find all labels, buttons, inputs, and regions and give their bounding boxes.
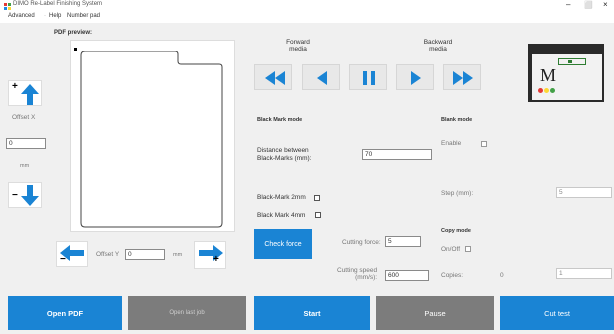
pause-icon xyxy=(363,71,375,85)
title-bar: DIMO Re-Label Finishing System – ⬜ × xyxy=(0,0,614,13)
camera-dot-red xyxy=(538,88,543,93)
maximize-button[interactable]: ⬜ xyxy=(584,1,593,9)
offset-y-left-button[interactable]: − xyxy=(56,241,88,267)
cutting-force-input[interactable]: 5 xyxy=(385,236,421,247)
blank-mode-heading: Blank mode xyxy=(441,117,473,123)
minimize-button[interactable]: – xyxy=(566,0,570,9)
camera-dot-green xyxy=(550,88,555,93)
step-backward-icon xyxy=(317,71,327,85)
black-mark-4mm-checkbox[interactable] xyxy=(315,212,321,218)
copies-count: 0 xyxy=(500,272,504,279)
arrow-down-icon xyxy=(21,185,39,206)
offset-x-input[interactable]: 0 xyxy=(6,138,46,149)
copies-input[interactable]: 1 xyxy=(556,268,612,279)
enable-label: Enable xyxy=(441,140,462,147)
cut-test-button[interactable]: Cut test xyxy=(500,296,614,330)
pause-button[interactable]: Pause xyxy=(376,296,494,330)
black-mark-2mm-checkbox[interactable] xyxy=(314,195,320,201)
camera-dot-yellow xyxy=(544,88,549,93)
step-forward-icon xyxy=(411,71,421,85)
offset-x-up-button[interactable]: + xyxy=(8,80,42,106)
arrow-right-icon xyxy=(199,245,223,261)
camera-mark xyxy=(568,60,572,63)
plus-icon: + xyxy=(213,254,219,265)
open-last-job-button[interactable]: Open last job xyxy=(128,296,246,330)
distance-label: Distance between Black-Marks (mm): xyxy=(257,147,312,162)
copy-mode-checkbox[interactable] xyxy=(465,246,471,252)
cutting-force-label: Cutting force: xyxy=(342,239,381,246)
open-pdf-button[interactable]: Open PDF xyxy=(8,296,122,330)
plus-icon: + xyxy=(12,81,18,92)
label-outline xyxy=(80,51,223,228)
black-mark-2mm-label: Black-Mark 2mm xyxy=(257,194,306,201)
menu-item-help[interactable]: Help xyxy=(49,13,61,19)
black-mark-4mm-label: Black Mark 4mm xyxy=(257,212,306,219)
copies-label: Copies: xyxy=(441,272,464,279)
minus-icon: − xyxy=(12,190,18,201)
preview-label: PDF preview: xyxy=(54,30,93,36)
start-button[interactable]: Start xyxy=(254,296,370,330)
step-label: Step (mm): xyxy=(441,190,474,197)
enable-blank-checkbox[interactable] xyxy=(481,141,487,147)
step-forward-button[interactable] xyxy=(396,64,434,90)
pdf-preview xyxy=(70,40,235,232)
backward-media-label: Backward media xyxy=(423,39,453,53)
camera-mark-box xyxy=(558,58,586,65)
black-mark-mode-heading: Black Mark mode xyxy=(257,117,303,123)
onoff-label: On/Off xyxy=(441,246,461,253)
pause-media-button[interactable] xyxy=(349,64,387,90)
copy-mode-heading: Copy mode xyxy=(441,228,471,234)
fast-forward-icon xyxy=(453,71,473,85)
offset-x-down-button[interactable]: − xyxy=(8,182,42,208)
cutting-speed-label: Cutting speed (mm/s): xyxy=(337,267,378,281)
menu-separator: · xyxy=(44,13,46,19)
app-logo-icon xyxy=(4,3,11,10)
menu-item-advanced[interactable]: Advanced xyxy=(8,13,35,19)
app-window: DIMO Re-Label Finishing System – ⬜ × Adv… xyxy=(0,0,614,334)
fast-backward-button[interactable] xyxy=(254,64,292,90)
step-backward-button[interactable] xyxy=(302,64,340,90)
step-input[interactable]: 5 xyxy=(556,187,612,198)
offset-x-unit: mm xyxy=(20,163,30,169)
offset-x-label: Offset X xyxy=(12,114,36,121)
fast-backward-icon xyxy=(265,71,285,85)
distance-input[interactable]: 70 xyxy=(362,149,432,160)
arrow-up-icon xyxy=(21,84,39,105)
offset-y-unit: mm xyxy=(173,252,183,258)
offset-y-input[interactable]: 0 xyxy=(125,249,165,260)
camera-view: M xyxy=(528,44,604,102)
fast-forward-button[interactable] xyxy=(443,64,481,90)
cutting-speed-input[interactable]: 600 xyxy=(385,270,429,281)
window-title: DIMO Re-Label Finishing System xyxy=(13,1,103,7)
forward-media-label: Forward media xyxy=(286,39,310,53)
check-force-button[interactable]: Check force xyxy=(254,229,312,259)
minus-icon: − xyxy=(60,254,66,265)
preview-marker xyxy=(74,48,77,51)
camera-print-glyph: M xyxy=(540,65,557,85)
offset-y-label: Offset Y xyxy=(96,251,120,258)
menu-bar: Advanced · Help Number pad xyxy=(0,13,614,23)
close-button[interactable]: × xyxy=(603,0,608,9)
menu-item-number-pad[interactable]: Number pad xyxy=(67,13,100,19)
offset-y-right-button[interactable]: + xyxy=(194,241,226,269)
